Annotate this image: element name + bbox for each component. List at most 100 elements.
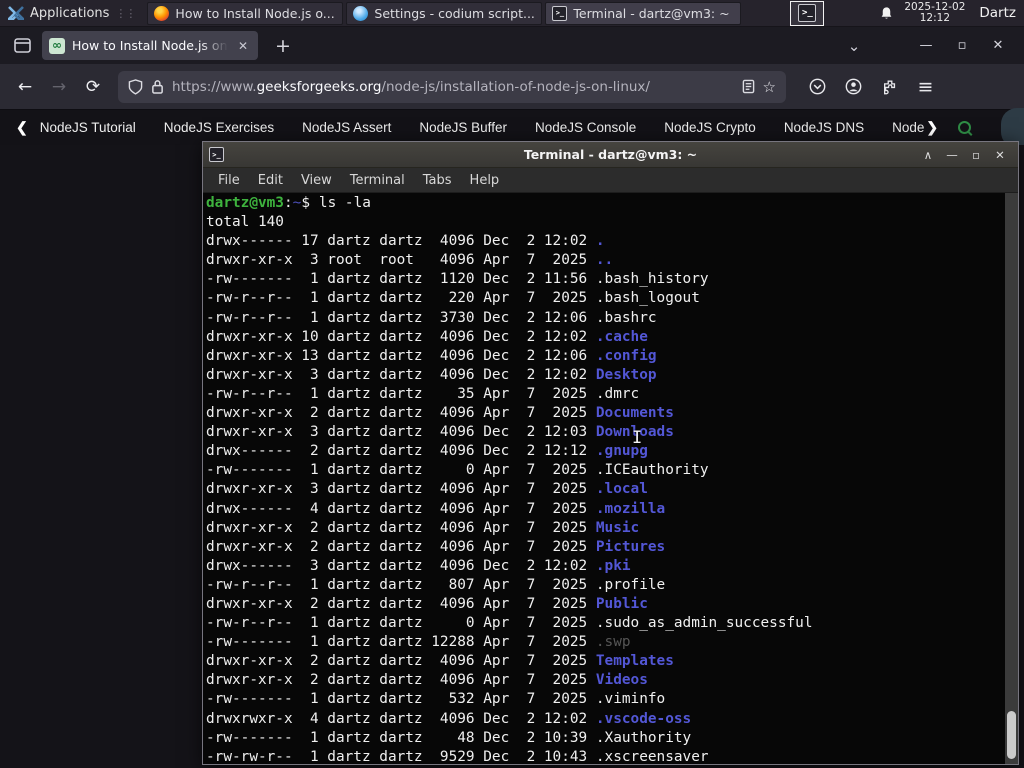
terminal-scrollbar[interactable]: [1005, 193, 1018, 764]
panel-status-area: 2025-12-02 12:12 Dartz: [879, 1, 1024, 25]
terminal-output: dartz@vm3:~$ ls -la total 140 drwx------ …: [203, 193, 1018, 764]
extensions-icon[interactable]: [876, 73, 903, 100]
browser-maximize-button[interactable]: ▫: [944, 38, 980, 53]
mouse-ibeam-cursor: I: [632, 428, 643, 448]
applications-menu-button[interactable]: Applications ⋮⋮: [0, 0, 147, 27]
ls-row-name: .vscode-oss: [595, 710, 692, 727]
terminal-menu-view[interactable]: View: [292, 173, 341, 188]
ls-row-name: .config: [595, 347, 657, 364]
nav-item-nodejs-console[interactable]: NodeJS Console: [535, 120, 636, 135]
terminal-icon: >_: [209, 147, 224, 162]
terminal-ls-row: drwxr-xr-x 2 dartz dartz 4096 Apr 7 2025…: [206, 538, 1018, 557]
terminal-ls-row: drwxr-xr-x 2 dartz dartz 4096 Apr 7 2025…: [206, 671, 1018, 690]
firefox-view-button[interactable]: [8, 32, 36, 60]
terminal-ls-row: -rw-r--r-- 1 dartz dartz 807 Apr 7 2025 …: [206, 576, 1018, 595]
terminal-ls-row: -rw-r--r-- 1 dartz dartz 0 Apr 7 2025 .s…: [206, 614, 1018, 633]
browser-minimize-button[interactable]: —: [908, 38, 944, 53]
ls-row-name: .xscreensaver: [595, 748, 709, 764]
active-tab[interactable]: ∞ How to Install Node.js on ✕: [42, 31, 258, 60]
panel-window-button-codium[interactable]: Settings - codium script...: [346, 1, 543, 25]
terminal-menu-terminal[interactable]: Terminal: [341, 173, 414, 188]
ls-row-name: .Xauthority: [595, 729, 692, 746]
typed-command: ls -la: [318, 195, 371, 211]
notification-bell-icon[interactable]: [879, 6, 894, 21]
terminal-menu-help[interactable]: Help: [461, 173, 509, 188]
ls-row-meta: -rw-r--r-- 1 dartz dartz 807 Apr 7 2025: [206, 576, 596, 593]
ls-row-name: .ICEauthority: [595, 462, 709, 479]
pocket-icon[interactable]: [804, 73, 831, 100]
nav-items: NodeJS Tutorial NodeJS Exercises NodeJS As…: [40, 120, 927, 135]
nav-item-nodejs-tutorial[interactable]: NodeJS Tutorial: [40, 120, 136, 135]
browser-window-controls: — ▫ ✕: [908, 38, 1016, 53]
terminal-icon: >_: [552, 5, 568, 21]
search-icon[interactable]: [958, 121, 972, 134]
account-icon[interactable]: [840, 73, 867, 100]
ls-row-name: .local: [595, 481, 648, 498]
new-tab-button[interactable]: +: [270, 35, 296, 57]
terminal-menu-file[interactable]: File: [209, 173, 249, 188]
ls-row-name: Music: [595, 519, 640, 536]
terminal-total-line: total 140: [206, 214, 284, 231]
list-all-tabs-chevron-icon[interactable]: ⌄: [840, 37, 868, 55]
ls-row-meta: drwxrwxr-x 4 dartz dartz 4096 Dec 2 12:0…: [206, 710, 596, 727]
terminal-ls-row: drwxr-xr-x 10 dartz dartz 4096 Dec 2 12:…: [206, 328, 1018, 347]
toolbar-right-icons: ≡: [796, 73, 941, 100]
url-bar[interactable]: https://www.geeksforgeeks.org/node-js/in…: [118, 70, 786, 103]
panel-clock[interactable]: 2025-12-02 12:12: [904, 1, 965, 25]
terminal-shade-button[interactable]: ∧: [916, 148, 940, 162]
geeksforgeeks-subnav: ❮ NodeJS Tutorial NodeJS Exercises NodeJS …: [0, 107, 1024, 148]
terminal-ls-row: drwxr-xr-x 2 dartz dartz 4096 Apr 7 2025…: [206, 652, 1018, 671]
nav-scroll-right-chevron-icon[interactable]: ❯: [926, 119, 938, 136]
menu-hamburger-icon[interactable]: ≡: [912, 73, 939, 100]
ls-row-name: .bash_logout: [595, 290, 700, 307]
terminal-close-button[interactable]: ✕: [988, 148, 1012, 162]
terminal-ls-row: drwxr-xr-x 2 dartz dartz 4096 Apr 7 2025…: [206, 595, 1018, 614]
terminal-scrollbar-thumb[interactable]: [1007, 711, 1016, 759]
geeksforgeeks-favicon: ∞: [49, 37, 65, 54]
terminal-ls-row: -rw------- 1 dartz dartz 532 Apr 7 2025 …: [206, 690, 1018, 709]
tracking-shield-icon[interactable]: [128, 78, 143, 95]
codium-icon: [353, 5, 369, 21]
nav-item-node[interactable]: Node: [892, 120, 924, 135]
ls-row-meta: drwxr-xr-x 3 root root 4096 Apr 7 2025: [206, 252, 596, 269]
terminal-ls-row: drwxr-xr-x 3 dartz dartz 4096 Apr 7 2025…: [206, 480, 1018, 499]
terminal-titlebar[interactable]: >_ Terminal - dartz@vm3: ~ ∧ — ▫ ✕: [203, 142, 1018, 168]
ls-row-meta: -rw------- 1 dartz dartz 0 Apr 7 2025: [206, 462, 596, 479]
nav-item-nodejs-crypto[interactable]: NodeJS Crypto: [664, 120, 756, 135]
ls-row-meta: drwxr-xr-x 3 dartz dartz 4096 Apr 7 2025: [206, 481, 596, 498]
tab-bar: ∞ How to Install Node.js on ✕ + ⌄ — ▫ ✕: [0, 27, 1024, 64]
ls-row-name: .viminfo: [595, 691, 666, 708]
forward-button[interactable]: →: [44, 72, 74, 102]
nav-scroll-left-chevron-icon[interactable]: ❮: [16, 119, 28, 136]
ls-row-meta: drwxr-xr-x 13 dartz dartz 4096 Dec 2 12:…: [206, 347, 596, 364]
nav-item-nodejs-buffer[interactable]: NodeJS Buffer: [419, 120, 507, 135]
lock-icon[interactable]: [151, 79, 164, 94]
browser-close-button[interactable]: ✕: [980, 38, 1016, 53]
tab-close-icon[interactable]: ✕: [235, 37, 251, 55]
ls-row-meta: drwx------ 3 dartz dartz 4096 Dec 2 12:0…: [206, 557, 596, 574]
panel-window-button-terminal[interactable]: >_ Terminal - dartz@vm3: ~: [545, 1, 742, 25]
panel-user-menu[interactable]: Dartz: [979, 5, 1016, 21]
bookmark-star-icon[interactable]: ☆: [763, 78, 776, 96]
nav-item-nodejs-dns[interactable]: NodeJS DNS: [784, 120, 864, 135]
reload-button[interactable]: ⟳: [78, 72, 108, 102]
ls-row-meta: -rw-r--r-- 1 dartz dartz 0 Apr 7 2025: [206, 615, 596, 632]
nav-item-nodejs-assert[interactable]: NodeJS Assert: [302, 120, 391, 135]
terminal-minimize-button[interactable]: —: [940, 148, 964, 162]
nav-item-nodejs-exercises[interactable]: NodeJS Exercises: [164, 120, 274, 135]
tray-terminal-icon[interactable]: >_: [790, 0, 825, 26]
ls-row-meta: -rw------- 1 dartz dartz 48 Dec 2 10:39: [206, 729, 596, 746]
firefox-view-icon: [13, 38, 31, 53]
terminal-ls-row: -rw------- 1 dartz dartz 12288 Apr 7 202…: [206, 633, 1018, 652]
ls-row-meta: drwxr-xr-x 2 dartz dartz 4096 Apr 7 2025: [206, 653, 596, 670]
back-button[interactable]: ←: [10, 72, 40, 102]
terminal-menu-tabs[interactable]: Tabs: [414, 173, 461, 188]
terminal-window: >_ Terminal - dartz@vm3: ~ ∧ — ▫ ✕ File E…: [202, 141, 1019, 765]
panel-window-button-firefox[interactable]: How to Install Node.js o...: [147, 1, 344, 25]
terminal-menu-edit[interactable]: Edit: [249, 173, 292, 188]
navigation-toolbar: ← → ⟳ https://www.geeksforgeeks.org/node…: [0, 64, 1024, 110]
reader-view-icon[interactable]: [742, 79, 755, 94]
url-domain: geeksforgeeks.org: [256, 78, 382, 95]
terminal-maximize-button[interactable]: ▫: [964, 148, 988, 162]
terminal-menubar: File Edit View Terminal Tabs Help: [203, 168, 1018, 193]
